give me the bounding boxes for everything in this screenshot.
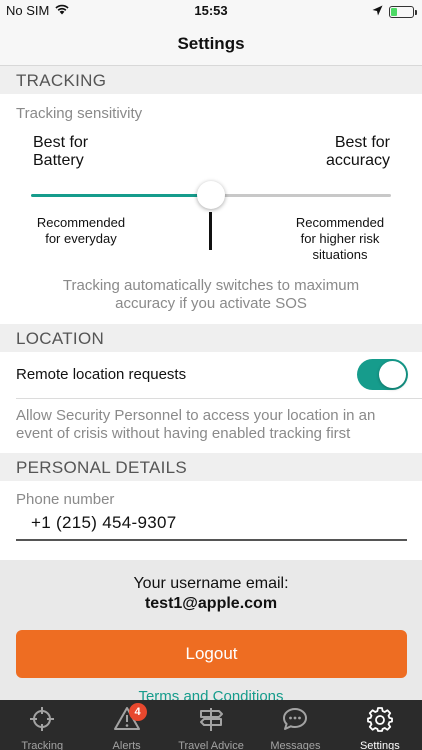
username-label: Your username email: bbox=[133, 575, 289, 592]
row-divider bbox=[16, 398, 422, 399]
gear-icon bbox=[366, 706, 393, 737]
username-email: test1@apple.com bbox=[144, 595, 278, 612]
page-title: Settings bbox=[177, 34, 245, 53]
tab-label: Messages bbox=[270, 740, 321, 750]
tab-label: Travel Advice bbox=[178, 740, 244, 750]
logout-button[interactable]: Logout bbox=[16, 630, 407, 678]
status-time: 15:53 bbox=[194, 3, 228, 18]
phone-field-underline bbox=[16, 539, 407, 541]
best-for-accuracy-label: Best for accuracy bbox=[325, 134, 390, 169]
chat-bubble-icon bbox=[282, 706, 308, 737]
phone-number-label: Phone number bbox=[16, 491, 115, 508]
tab-label: Tracking bbox=[21, 740, 64, 750]
status-bar: No SIM 15:53 bbox=[0, 0, 422, 22]
recommended-everyday-note: Recommended for everyday bbox=[36, 215, 126, 246]
recommended-high-risk-note: Recommended for higher risk situations bbox=[295, 215, 385, 262]
tab-messages[interactable]: Messages bbox=[253, 700, 337, 750]
signpost-icon bbox=[198, 706, 224, 737]
slider-recommended-marker bbox=[209, 212, 212, 250]
phone-number-field[interactable]: +1 (215) 454-9307 bbox=[31, 513, 176, 533]
tab-label: Alerts bbox=[112, 740, 141, 750]
tab-settings[interactable]: Settings bbox=[338, 700, 422, 750]
tab-bar: Tracking 4 Alerts Travel Advice Messages… bbox=[0, 700, 422, 750]
tracking-sensitivity-label: Tracking sensitivity bbox=[16, 105, 143, 122]
battery-icon bbox=[389, 5, 417, 18]
section-header-tracking: TRACKING bbox=[0, 66, 422, 94]
remote-location-toggle[interactable] bbox=[357, 359, 408, 390]
slider-track-empty bbox=[211, 194, 391, 197]
tracking-info-text: Tracking automatically switches to maxim… bbox=[62, 277, 360, 312]
tab-tracking[interactable]: Tracking bbox=[0, 700, 84, 750]
best-for-battery-label: Best for Battery bbox=[33, 134, 89, 169]
location-arrow-icon bbox=[372, 4, 383, 19]
section-header-personal-details: PERSONAL DETAILS bbox=[0, 453, 422, 481]
nav-bar: Settings bbox=[0, 22, 422, 66]
slider-track-filled bbox=[31, 194, 211, 197]
tab-travel-advice[interactable]: Travel Advice bbox=[169, 700, 253, 750]
toggle-knob bbox=[379, 361, 406, 388]
tab-alerts[interactable]: 4 Alerts bbox=[84, 700, 168, 750]
section-header-location: LOCATION bbox=[0, 324, 422, 352]
slider-thumb[interactable] bbox=[197, 181, 225, 209]
tab-label: Settings bbox=[359, 740, 400, 750]
crosshair-icon bbox=[29, 706, 55, 737]
remote-location-label: Remote location requests bbox=[16, 366, 187, 383]
remote-location-description: Allow Security Personnel to access your … bbox=[16, 407, 376, 442]
alerts-badge: 4 bbox=[128, 703, 147, 721]
